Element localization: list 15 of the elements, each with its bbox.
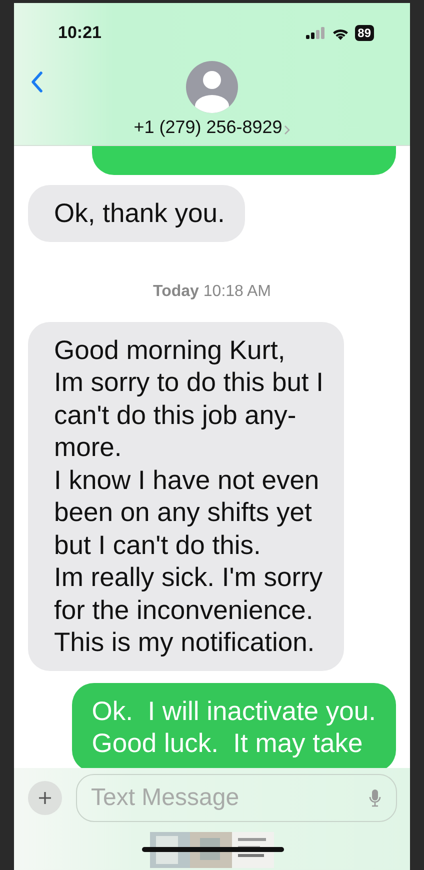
message-bubble: Good morning Kurt, Im sorry to do this but I can't do this job any- more. I know I have not even been on any shifts yet but I can't do this. Im really sick. I'm sorry for the inconvenience. This is my notification. xyxy=(28,322,344,670)
message-field[interactable]: Text Message xyxy=(76,774,397,822)
clock: 10:21 xyxy=(58,23,102,43)
message-bubble: Ok, thank you. xyxy=(28,185,245,242)
battery-indicator: 89 xyxy=(354,25,374,41)
plus-icon xyxy=(38,791,52,805)
chevron-icon xyxy=(284,124,290,134)
contact-name[interactable]: +1 (279) 256-8929 xyxy=(134,117,290,138)
date-label: Today xyxy=(153,282,199,300)
signal-icon xyxy=(306,27,326,39)
wifi-icon xyxy=(332,26,349,40)
avatar-icon[interactable] xyxy=(186,61,238,113)
microphone-icon[interactable] xyxy=(369,789,381,807)
add-button[interactable] xyxy=(28,781,62,815)
time-label: 10:18 AM xyxy=(203,282,271,300)
